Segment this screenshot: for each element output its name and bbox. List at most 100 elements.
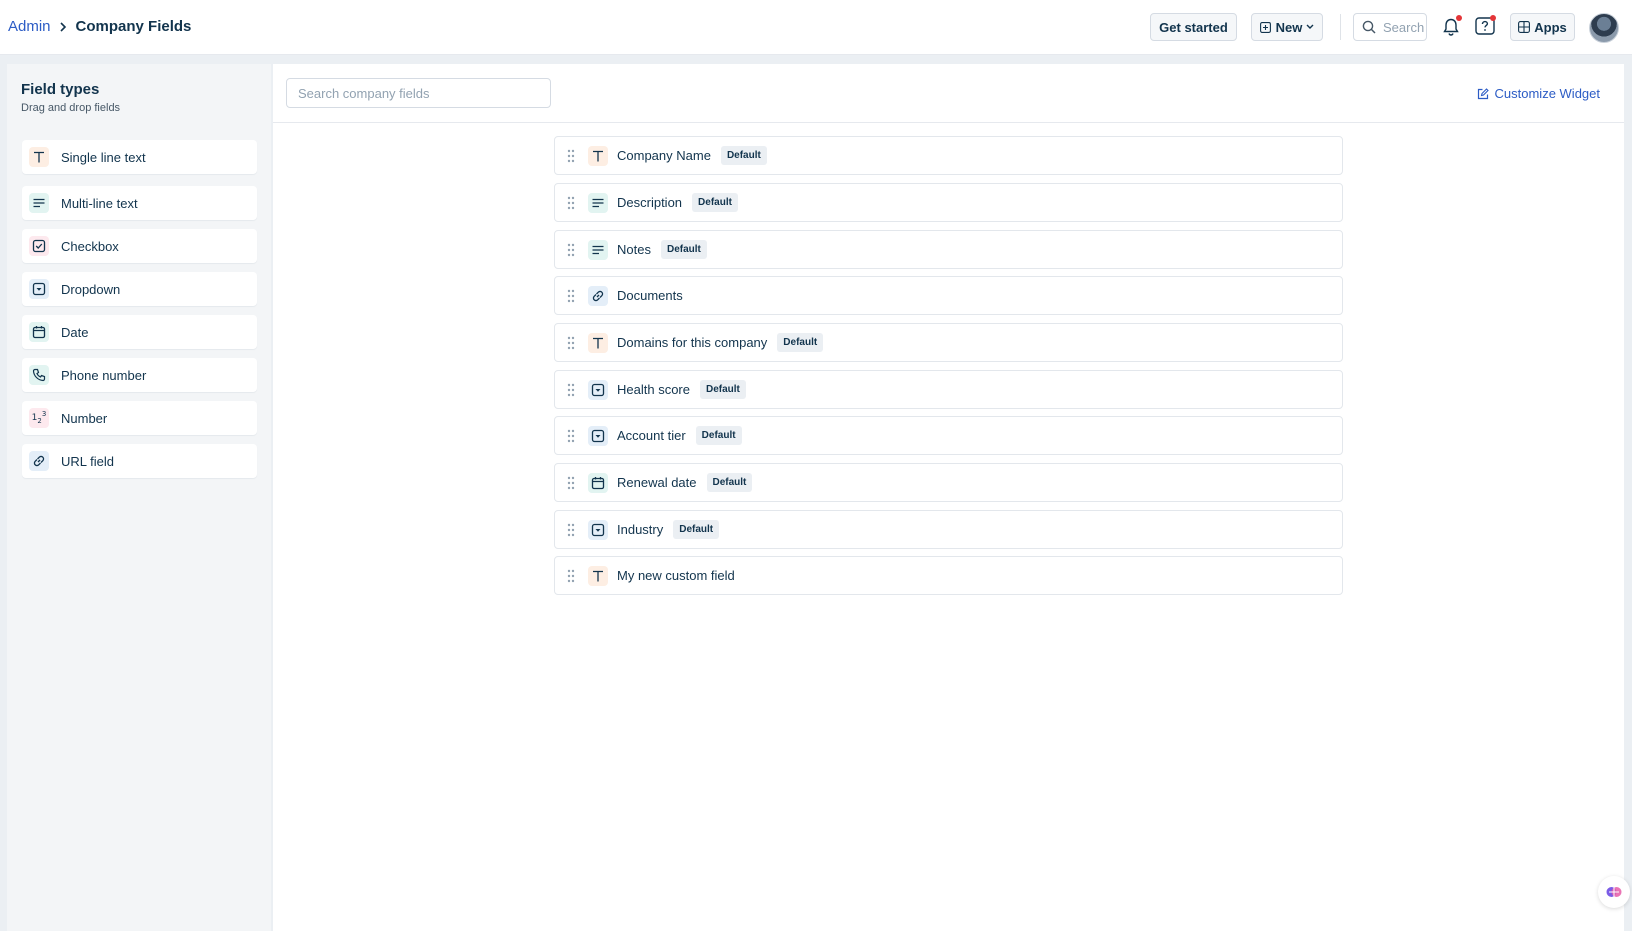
field-type-label: Multi-line text — [61, 195, 138, 211]
field-label: Industry — [617, 522, 664, 537]
help-notification-dot — [1490, 15, 1496, 21]
dropdown-icon — [588, 425, 608, 446]
link-icon — [588, 285, 608, 306]
assistant-button[interactable] — [1598, 876, 1630, 908]
drag-handle-icon[interactable] — [564, 476, 578, 490]
text-icon — [588, 565, 608, 586]
company-fields-panel: Search company fields Customize Widget C… — [273, 64, 1624, 931]
default-badge: Default — [695, 426, 742, 445]
help-button[interactable] — [1473, 15, 1497, 39]
field-type-dropdown[interactable]: Dropdown — [22, 272, 257, 306]
field-type-phone-number[interactable]: Phone number — [22, 358, 257, 392]
field-type-label: URL field — [61, 453, 114, 469]
breadcrumb: Admin Company Fields — [8, 18, 191, 35]
dropdown-icon — [29, 279, 49, 299]
field-type-label: Dropdown — [61, 281, 121, 297]
notifications-button[interactable] — [1439, 15, 1463, 39]
field-row-account-tier[interactable]: Account tier Default — [554, 416, 1343, 455]
customize-widget-link[interactable]: Customize Widget — [1477, 86, 1600, 101]
field-row-domains[interactable]: Domains for this company Default — [554, 323, 1343, 362]
field-types-title: Field types — [21, 81, 100, 98]
apps-grid-icon — [1518, 21, 1531, 33]
search-company-fields-input[interactable]: Search company fields — [286, 78, 551, 108]
default-badge: Default — [660, 240, 707, 259]
drag-handle-icon[interactable] — [564, 243, 578, 257]
page-title: Company Fields — [75, 18, 192, 35]
number-icon: 123 — [29, 408, 49, 428]
chevron-right-icon — [59, 21, 67, 32]
field-type-label: Date — [61, 324, 89, 340]
multiline-icon — [588, 192, 608, 213]
field-type-label: Phone number — [61, 367, 147, 383]
phone-icon — [29, 365, 49, 385]
new-button[interactable]: New — [1251, 13, 1323, 41]
field-type-checkbox[interactable]: Checkbox — [22, 229, 257, 263]
drag-handle-icon[interactable] — [564, 429, 578, 443]
text-icon — [588, 332, 608, 353]
calendar-icon — [588, 472, 608, 493]
new-button-label: New — [1275, 19, 1303, 35]
field-row-company-name[interactable]: Company Name Default — [554, 136, 1343, 175]
field-types-panel: Field types Drag and drop fields Single … — [7, 64, 271, 931]
field-type-single-line-text[interactable]: Single line text — [22, 140, 257, 174]
top-bar: Admin Company Fields Get started New Sea… — [0, 0, 1632, 55]
apps-button-label: Apps — [1534, 19, 1567, 35]
link-icon — [29, 451, 49, 471]
notification-dot — [1456, 15, 1462, 21]
field-type-number[interactable]: 123 Number — [22, 401, 257, 435]
field-label: Renewal date — [617, 475, 697, 490]
field-type-multi-line-text[interactable]: Multi-line text — [22, 186, 257, 220]
field-label: My new custom field — [617, 568, 735, 583]
field-type-url[interactable]: URL field — [22, 444, 257, 478]
checkbox-icon — [29, 236, 49, 256]
search-icon — [1362, 20, 1376, 34]
field-row-industry[interactable]: Industry Default — [554, 510, 1343, 549]
breadcrumb-admin-link[interactable]: Admin — [8, 18, 51, 35]
field-label: Description — [617, 195, 683, 210]
drag-handle-icon[interactable] — [564, 383, 578, 397]
edit-icon — [1477, 87, 1495, 100]
default-badge: Default — [699, 380, 746, 399]
plus-square-icon — [1259, 21, 1271, 33]
multiline-icon — [588, 239, 608, 260]
customize-widget-label: Customize Widget — [1494, 86, 1600, 101]
get-started-button[interactable]: Get started — [1150, 13, 1237, 41]
field-type-label: Number — [61, 410, 108, 426]
field-label: Notes — [617, 242, 651, 257]
field-label: Company Name — [617, 148, 711, 163]
calendar-icon — [29, 322, 49, 342]
field-row-health-score[interactable]: Health score Default — [554, 370, 1343, 409]
default-badge: Default — [706, 473, 753, 492]
dropdown-icon — [588, 519, 608, 540]
global-search[interactable]: Search — [1353, 13, 1427, 41]
field-type-date[interactable]: Date — [22, 315, 257, 349]
field-type-label: Checkbox — [61, 238, 119, 254]
field-label: Documents — [617, 288, 683, 303]
global-search-placeholder: Search — [1383, 19, 1425, 35]
default-badge: Default — [692, 193, 738, 212]
drag-handle-icon[interactable] — [564, 289, 578, 303]
field-row-my-new-custom-field[interactable]: My new custom field — [554, 556, 1343, 595]
text-icon — [588, 145, 608, 166]
brain-icon — [1605, 883, 1623, 901]
default-badge: Default — [720, 146, 767, 165]
drag-handle-icon[interactable] — [564, 523, 578, 537]
field-label: Domains for this company — [617, 335, 768, 350]
field-type-label: Single line text — [61, 149, 146, 165]
apps-button[interactable]: Apps — [1510, 13, 1575, 41]
drag-handle-icon[interactable] — [564, 149, 578, 163]
drag-handle-icon[interactable] — [564, 336, 578, 350]
field-types-subtitle: Drag and drop fields — [21, 102, 121, 114]
dropdown-icon — [588, 379, 608, 400]
field-label: Account tier — [617, 428, 686, 443]
drag-handle-icon[interactable] — [564, 196, 578, 210]
default-badge: Default — [673, 520, 720, 539]
field-row-notes[interactable]: Notes Default — [554, 230, 1343, 269]
user-avatar[interactable] — [1589, 13, 1619, 43]
field-row-description[interactable]: Description Default — [554, 183, 1343, 222]
text-icon — [29, 147, 49, 167]
drag-handle-icon[interactable] — [564, 569, 578, 583]
default-badge: Default — [777, 333, 824, 352]
field-row-renewal-date[interactable]: Renewal date Default — [554, 463, 1343, 502]
field-row-documents[interactable]: Documents — [554, 276, 1343, 315]
